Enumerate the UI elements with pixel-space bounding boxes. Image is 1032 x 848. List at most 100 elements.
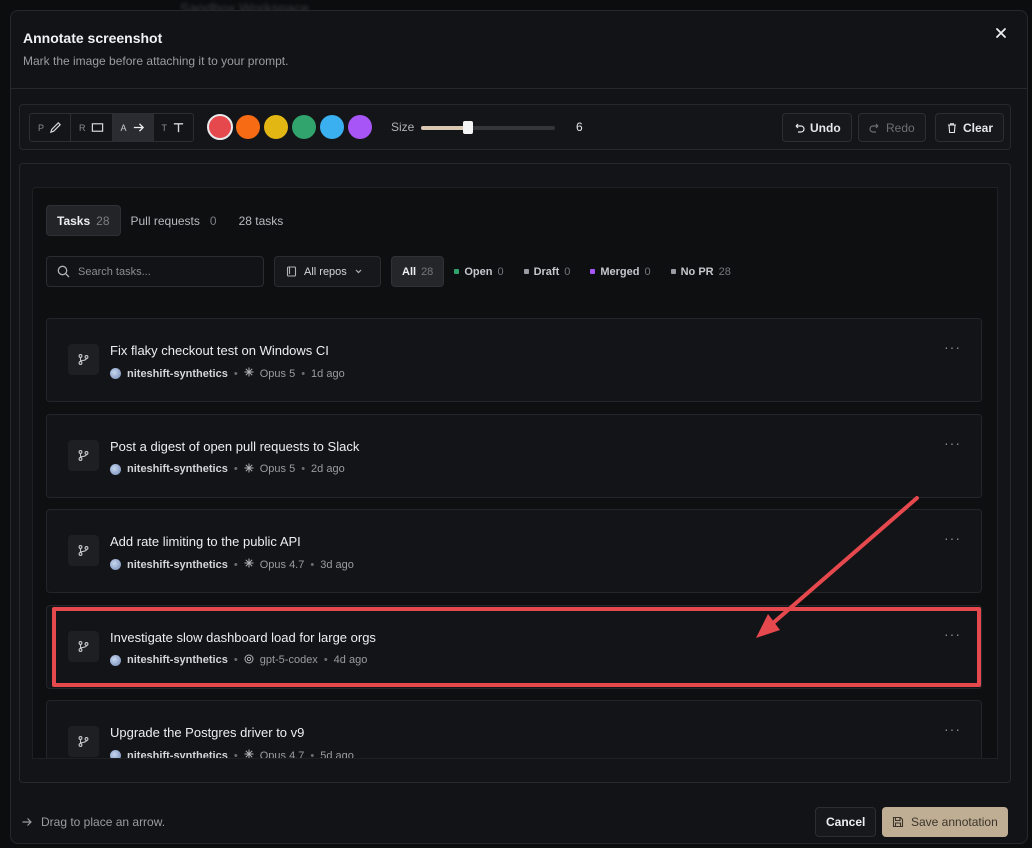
save-icon: [892, 816, 904, 828]
more-options-icon: ···: [944, 339, 961, 355]
task-age: 1d ago: [311, 367, 345, 380]
filter-all: All 28: [391, 256, 445, 287]
summary-label: 28 tasks: [238, 213, 284, 228]
filter-label: All: [402, 265, 417, 278]
sparkle-icon: [244, 749, 254, 758]
repo-filter-dropdown: All repos: [274, 256, 381, 287]
sparkle-icon: [244, 463, 254, 476]
more-options-icon: ···: [944, 530, 961, 546]
task-org: niteshift-synthetics: [127, 463, 228, 475]
task-model: Opus 4.7: [259, 558, 305, 571]
task-meta: niteshift-synthetics • Opus 4.7 • 3d ago: [110, 558, 354, 571]
task-org: niteshift-synthetics: [127, 558, 228, 571]
close-icon[interactable]: [993, 25, 1009, 41]
tool-shortcut: T: [161, 122, 168, 133]
task-title: Add rate limiting to the public API: [110, 534, 301, 549]
separator-dot: •: [301, 463, 306, 475]
separator-dot: •: [310, 558, 315, 571]
task-model: Opus 5: [259, 367, 296, 380]
separator-dot: •: [233, 463, 238, 475]
color-swatch[interactable]: [320, 115, 344, 139]
repo-filter-label: All repos: [304, 265, 347, 278]
color-swatch[interactable]: [264, 115, 288, 139]
separator-dot: •: [301, 367, 306, 380]
footer-hint: Drag to place an arrow.: [21, 815, 165, 829]
org-avatar-icon: [110, 750, 121, 758]
pencil-tool[interactable]: P: [30, 114, 72, 141]
size-slider[interactable]: [421, 121, 555, 134]
size-value: 6: [576, 120, 583, 134]
color-swatch[interactable]: [207, 114, 233, 140]
repo-icon: [286, 266, 297, 277]
more-options-icon: ···: [944, 434, 961, 451]
branch-icon: [68, 535, 99, 566]
filter-draft: Draft 0: [514, 256, 581, 287]
save-annotation-button[interactable]: Save annotation: [882, 807, 1008, 837]
sparkle-icon: [244, 367, 254, 380]
tab-count: 28: [96, 213, 110, 228]
filter-count: 0: [564, 265, 571, 278]
arrow-tool[interactable]: A: [112, 114, 154, 141]
trash-icon: [948, 122, 956, 133]
branch-icon: [68, 344, 99, 375]
org-avatar-icon: [110, 368, 121, 379]
filter-merged: Merged 0: [580, 256, 660, 287]
separator-dot: •: [233, 367, 238, 380]
color-swatch[interactable]: [292, 115, 316, 139]
undo-button[interactable]: Undo: [782, 113, 852, 142]
cancel-button[interactable]: Cancel: [815, 807, 877, 837]
more-options-icon: ···: [944, 721, 961, 737]
color-swatch[interactable]: [348, 115, 372, 139]
task-title: Upgrade the Postgres driver to v9: [110, 725, 305, 740]
dialog-header: Annotate screenshot Mark the image befor…: [11, 11, 1027, 89]
filter-count: 28: [421, 265, 434, 278]
task-meta: niteshift-synthetics • Opus 5 • 1d ago: [110, 367, 345, 380]
pencil-icon: [49, 122, 62, 134]
tool-shortcut: P: [38, 122, 45, 133]
status-filters: All 28 Open 0 Draft 0 Merged 0 No PR 28: [391, 256, 741, 287]
dialog-title: Annotate screenshot: [23, 30, 163, 46]
filter-label: Open: [464, 265, 493, 278]
filter-label: Draft: [533, 265, 560, 278]
separator-dot: •: [233, 558, 238, 571]
task-model: Opus 4.7: [259, 749, 305, 759]
task-org: niteshift-synthetics: [127, 367, 228, 380]
size-slider-thumb[interactable]: [462, 121, 473, 134]
color-swatches: [207, 114, 372, 140]
task-row: Post a digest of open pull requests to S…: [46, 413, 982, 498]
search-box: [46, 256, 264, 287]
redo-button[interactable]: Redo: [858, 113, 926, 142]
task-title: Fix flaky checkout test on Windows CI: [110, 343, 329, 358]
redo-icon: [869, 123, 879, 133]
arrow-right-icon: [22, 818, 32, 826]
filter-count: 28: [718, 265, 731, 278]
redo-label: Redo: [886, 120, 915, 135]
branch-icon: [68, 439, 99, 471]
task-age: 3d ago: [320, 558, 354, 571]
tab-tasks: Tasks 28: [46, 205, 121, 236]
task-age: 2d ago: [311, 463, 345, 475]
text-tool[interactable]: T: [154, 114, 193, 141]
filter-count: 0: [644, 265, 651, 278]
filter-count: 0: [497, 265, 504, 278]
filter-open: Open 0: [444, 256, 513, 287]
status-dot: [454, 269, 460, 274]
task-count-summary: 28 tasks: [229, 205, 294, 236]
chevron-down-icon: [355, 269, 362, 274]
search-input: [78, 265, 248, 278]
task-meta: niteshift-synthetics • Opus 5 • 2d ago: [110, 463, 345, 476]
tab-pull-requests: Pull requests 0: [121, 205, 227, 236]
sparkle-icon: [244, 558, 254, 571]
tool-shortcut: A: [120, 122, 127, 133]
tool-shortcut: R: [79, 122, 86, 133]
task-row: Fix flaky checkout test on Windows CI nit…: [46, 318, 982, 402]
rectangle-tool[interactable]: R: [71, 114, 113, 141]
color-swatch[interactable]: [236, 115, 260, 139]
task-model: Opus 5: [259, 463, 296, 475]
size-slider-fill: [421, 126, 468, 130]
annotation-toolbar: P R A T Size 6 Undo Redo Clear: [19, 104, 1011, 150]
task-title: Post a digest of open pull requests to S…: [110, 438, 360, 454]
clear-button[interactable]: Clear: [935, 113, 1005, 142]
annotation-canvas[interactable]: Tasks 28 Pull requests 0 28 tasks All re…: [19, 163, 1011, 783]
clear-label: Clear: [963, 120, 994, 135]
